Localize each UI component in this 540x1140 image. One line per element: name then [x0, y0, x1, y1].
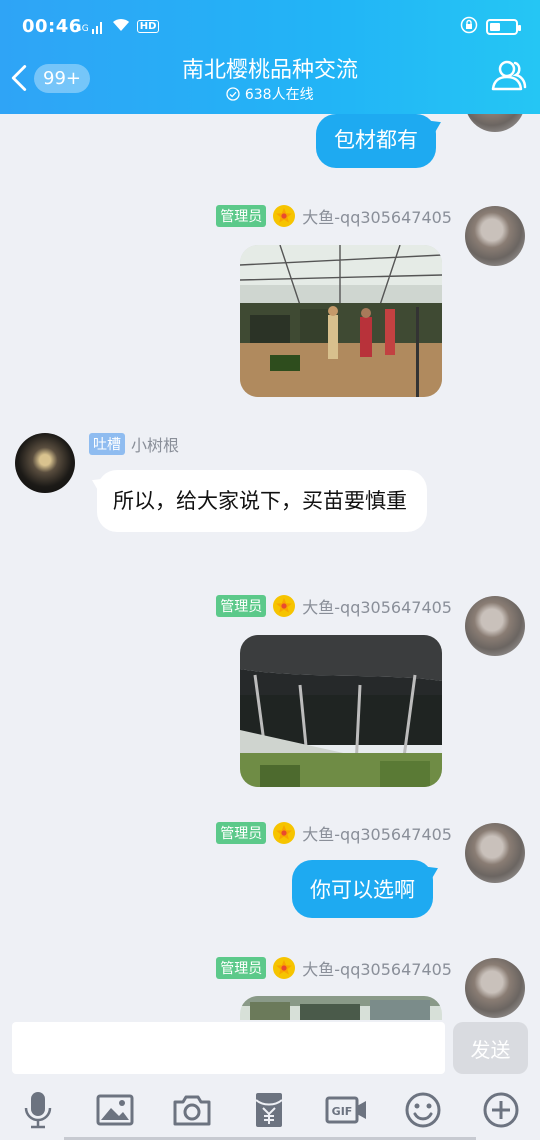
sender-line: 管理员 大鱼-qq305647405: [216, 956, 452, 980]
group-members-button[interactable]: [488, 56, 528, 96]
photo-image: [240, 635, 442, 787]
sender-name[interactable]: 大鱼-qq305647405: [302, 204, 452, 228]
image-icon: [96, 1094, 134, 1126]
chat-header: 00:46 4G HD 99+ 南北樱桃品种交流 638人在线: [0, 0, 540, 114]
greenhouse-seedlings-photo[interactable]: [240, 635, 442, 787]
message-bubble[interactable]: 包材都有: [316, 114, 436, 168]
sender-name[interactable]: 大鱼-qq305647405: [302, 956, 452, 980]
online-count: 638人在线: [244, 87, 314, 103]
photo-image: [240, 996, 442, 1020]
status-time: 00:46: [22, 16, 82, 37]
camera-button[interactable]: [172, 1090, 212, 1130]
admin-tag: 管理员: [216, 957, 267, 979]
avatar[interactable]: [465, 823, 525, 883]
star-icon: [273, 957, 296, 979]
people-icon: [491, 60, 527, 91]
red-packet-icon: [255, 1093, 283, 1127]
message-input[interactable]: [12, 1022, 445, 1074]
greenhouse-workers-photo[interactable]: [240, 245, 442, 397]
message-bubble[interactable]: 你可以选啊: [292, 860, 433, 918]
gif-button[interactable]: GIF: [325, 1090, 369, 1130]
voice-icon: [24, 1092, 52, 1129]
image-button[interactable]: [95, 1090, 135, 1130]
avatar[interactable]: [465, 596, 525, 656]
tab-indicator: [0, 1136, 540, 1140]
svg-text:GIF: GIF: [332, 1105, 353, 1118]
status-bar: 00:46 4G HD: [0, 0, 540, 40]
plus-button[interactable]: [481, 1090, 521, 1130]
sender-name[interactable]: 小树根: [131, 432, 179, 456]
red-packet-button[interactable]: [249, 1090, 289, 1130]
gif-icon: GIF: [325, 1096, 366, 1124]
emoji-icon: [405, 1092, 441, 1128]
input-row: 发送: [0, 1020, 540, 1078]
avatar[interactable]: [465, 958, 525, 1018]
star-icon: [273, 595, 296, 617]
avatar[interactable]: [465, 114, 525, 132]
online-status: 638人在线: [0, 84, 540, 104]
message-list[interactable]: 包材都有 管理员 大鱼-qq305647405 吐槽 小树根 所以，给大家说下，…: [0, 114, 540, 1020]
online-check-icon: [226, 87, 241, 101]
role-tag: 吐槽: [89, 433, 125, 455]
sender-line: 管理员 大鱼-qq305647405: [216, 821, 452, 845]
wifi-icon: [111, 17, 131, 36]
camera-icon: [173, 1095, 211, 1126]
status-icons: 4G HD: [76, 17, 160, 36]
plus-icon: [483, 1092, 519, 1128]
battery-icon: [486, 19, 521, 35]
admin-tag: 管理员: [216, 822, 267, 844]
sender-line: 管理员 大鱼-qq305647405: [216, 204, 452, 228]
message-bubble[interactable]: 所以，给大家说下，买苗要慎重: [97, 470, 427, 532]
lock-rotation-icon: [460, 16, 478, 38]
star-icon: [273, 822, 296, 844]
nav-bar: 99+ 南北樱桃品种交流 638人在线: [0, 40, 540, 114]
voice-button[interactable]: [18, 1090, 58, 1130]
hd-icon: HD: [136, 20, 160, 33]
star-icon: [273, 205, 296, 227]
emoji-button[interactable]: [403, 1090, 443, 1130]
greenhouse-partial-photo[interactable]: [240, 996, 442, 1020]
admin-tag: 管理员: [216, 205, 267, 227]
sender-name[interactable]: 大鱼-qq305647405: [302, 821, 452, 845]
sender-line: 管理员 大鱼-qq305647405: [216, 594, 452, 618]
photo-image: [240, 245, 442, 397]
send-button[interactable]: 发送: [453, 1022, 528, 1074]
avatar[interactable]: [15, 433, 75, 493]
admin-tag: 管理员: [216, 595, 267, 617]
signal-icon: 4G: [76, 20, 105, 34]
group-title[interactable]: 南北樱桃品种交流: [0, 52, 540, 84]
avatar[interactable]: [465, 206, 525, 266]
chat-toolbar: GIF: [0, 1078, 540, 1140]
status-right: [460, 16, 521, 38]
sender-line: 吐槽 小树根: [89, 432, 179, 456]
sender-name[interactable]: 大鱼-qq305647405: [302, 594, 452, 618]
